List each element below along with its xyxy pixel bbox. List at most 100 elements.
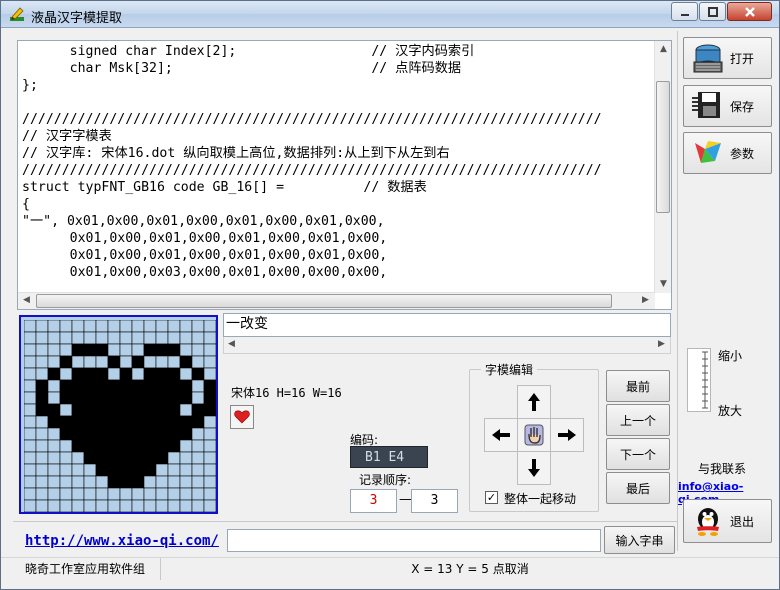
bitmap-cell[interactable] xyxy=(107,367,121,381)
bitmap-cell[interactable] xyxy=(35,320,49,333)
bitmap-cell[interactable] xyxy=(107,439,121,453)
bitmap-cell[interactable] xyxy=(47,427,61,441)
bitmap-cell[interactable] xyxy=(119,463,133,477)
horizontal-scroll-thumb[interactable] xyxy=(36,294,612,308)
bitmap-cell[interactable] xyxy=(83,403,97,417)
bitmap-cell[interactable] xyxy=(179,427,193,441)
bitmap-cell[interactable] xyxy=(47,391,61,405)
bitmap-cell[interactable] xyxy=(203,415,216,429)
bitmap-cell[interactable] xyxy=(83,343,97,357)
bitmap-cell[interactable] xyxy=(35,451,49,465)
bitmap-cell[interactable] xyxy=(107,391,121,405)
bitmap-cell[interactable] xyxy=(35,343,49,357)
bitmap-cell[interactable] xyxy=(83,451,97,465)
bitmap-cell[interactable] xyxy=(24,320,37,333)
bitmap-cell[interactable] xyxy=(143,331,157,345)
bitmap-cell[interactable] xyxy=(131,367,145,381)
bitmap-cell[interactable] xyxy=(107,499,121,512)
bitmap-cell[interactable] xyxy=(83,367,97,381)
bitmap-cell[interactable] xyxy=(107,451,121,465)
bitmap-cell[interactable] xyxy=(191,475,205,489)
bitmap-cell[interactable] xyxy=(83,475,97,489)
bitmap-cell[interactable] xyxy=(155,463,169,477)
bitmap-cell[interactable] xyxy=(155,427,169,441)
bitmap-cell[interactable] xyxy=(131,379,145,393)
first-button[interactable]: 最前 xyxy=(606,370,670,402)
bitmap-cell[interactable] xyxy=(24,403,37,417)
prev-button[interactable]: 上一个 xyxy=(606,404,670,436)
bitmap-cell[interactable] xyxy=(24,439,37,453)
move-up-button[interactable] xyxy=(517,385,551,419)
code-editor[interactable]: signed char Index[2]; // 汉字内码索引 char Msk… xyxy=(17,40,672,310)
bitmap-cell[interactable] xyxy=(47,451,61,465)
bitmap-cell[interactable] xyxy=(143,355,157,369)
bitmap-cell[interactable] xyxy=(107,403,121,417)
bitmap-cell[interactable] xyxy=(143,343,157,357)
scroll-right-icon[interactable]: ▶ xyxy=(638,293,653,308)
bitmap-cell[interactable] xyxy=(203,427,216,441)
bitmap-cell[interactable] xyxy=(107,463,121,477)
bitmap-cell[interactable] xyxy=(83,463,97,477)
bitmap-cell[interactable] xyxy=(155,499,169,512)
bitmap-cell[interactable] xyxy=(59,367,73,381)
bitmap-cell[interactable] xyxy=(47,487,61,501)
bitmap-cell[interactable] xyxy=(35,475,49,489)
bitmap-cell[interactable] xyxy=(71,463,85,477)
bitmap-cell[interactable] xyxy=(167,320,181,333)
bitmap-cell[interactable] xyxy=(107,320,121,333)
bitmap-cell[interactable] xyxy=(191,391,205,405)
bitmap-cell[interactable] xyxy=(35,355,49,369)
website-link[interactable]: http://www.xiao-qi.com/ xyxy=(25,533,219,549)
bitmap-cell[interactable] xyxy=(24,379,37,393)
exit-button[interactable]: 退出 xyxy=(683,499,772,543)
bitmap-cell[interactable] xyxy=(47,320,61,333)
bitmap-cell[interactable] xyxy=(203,463,216,477)
bitmap-cell[interactable] xyxy=(203,439,216,453)
scroll-left-icon[interactable]: ◀ xyxy=(19,293,34,308)
bitmap-cell[interactable] xyxy=(71,415,85,429)
save-button[interactable]: 保存 xyxy=(683,85,772,127)
bitmap-cell[interactable] xyxy=(131,487,145,501)
bitmap-cell[interactable] xyxy=(191,439,205,453)
bitmap-cell[interactable] xyxy=(47,499,61,512)
bitmap-cell[interactable] xyxy=(47,331,61,345)
bitmap-cell[interactable] xyxy=(24,463,37,477)
bitmap-cell[interactable] xyxy=(83,427,97,441)
bitmap-cell[interactable] xyxy=(167,331,181,345)
bitmap-cell[interactable] xyxy=(119,379,133,393)
glyph-bitmap-editor[interactable] xyxy=(19,315,218,514)
bitmap-cell[interactable] xyxy=(179,367,193,381)
move-center-button[interactable] xyxy=(517,418,551,452)
bitmap-cell[interactable] xyxy=(143,499,157,512)
params-button[interactable]: 参数 xyxy=(683,132,772,174)
bitmap-cell[interactable] xyxy=(179,320,193,333)
bitmap-cell[interactable] xyxy=(59,391,73,405)
bitmap-cell[interactable] xyxy=(119,367,133,381)
bitmap-cell[interactable] xyxy=(35,391,49,405)
bitmap-cell[interactable] xyxy=(179,439,193,453)
bitmap-cell[interactable] xyxy=(155,451,169,465)
bitmap-cell[interactable] xyxy=(179,475,193,489)
bitmap-cell[interactable] xyxy=(191,415,205,429)
bitmap-cell[interactable] xyxy=(71,331,85,345)
bitmap-cell[interactable] xyxy=(71,475,85,489)
bitmap-cell[interactable] xyxy=(179,451,193,465)
bitmap-cell[interactable] xyxy=(203,403,216,417)
bitmap-cell[interactable] xyxy=(119,415,133,429)
bitmap-cell[interactable] xyxy=(131,331,145,345)
bitmap-cell[interactable] xyxy=(179,355,193,369)
bitmap-cell[interactable] xyxy=(131,403,145,417)
bitmap-cell[interactable] xyxy=(95,331,109,345)
bitmap-cell[interactable] xyxy=(179,391,193,405)
bitmap-cell[interactable] xyxy=(47,475,61,489)
bitmap-cell[interactable] xyxy=(191,367,205,381)
last-button[interactable]: 最后 xyxy=(606,472,670,504)
bitmap-cell[interactable] xyxy=(119,355,133,369)
bitmap-cell[interactable] xyxy=(107,427,121,441)
bitmap-cell[interactable] xyxy=(203,343,216,357)
bitmap-cell[interactable] xyxy=(131,355,145,369)
bitmap-cell[interactable] xyxy=(143,463,157,477)
move-right-button[interactable] xyxy=(550,418,584,452)
character-string-scrollbar[interactable]: ◀ ▶ xyxy=(223,337,671,354)
bitmap-cell[interactable] xyxy=(95,499,109,512)
